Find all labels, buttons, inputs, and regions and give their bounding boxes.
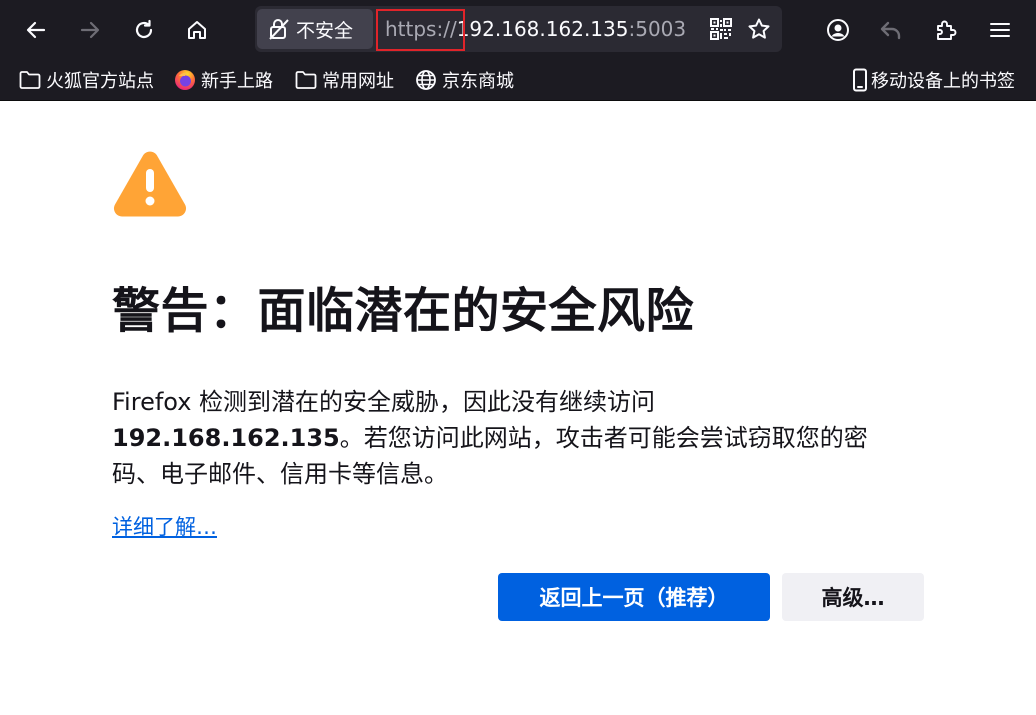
mobile-bookmarks-label: 移动设备上的书签 xyxy=(871,71,1015,92)
url-scheme-highlight-box xyxy=(376,9,465,51)
bookmark-item[interactable]: 常用网址 xyxy=(295,60,394,100)
qr-code-icon xyxy=(710,18,732,40)
bookmark-item[interactable]: 京东商城 xyxy=(415,60,514,100)
extensions-button[interactable] xyxy=(926,8,966,52)
home-button[interactable] xyxy=(177,8,217,52)
insecure-lock-icon xyxy=(268,17,290,41)
error-page: 警告：面临潜在的安全风险 Firefox 检测到潜在的安全威胁，因此没有继续访问… xyxy=(0,101,1036,715)
star-icon xyxy=(748,18,770,39)
arrow-left-icon xyxy=(26,21,46,39)
account-icon xyxy=(827,19,849,41)
mobile-device-icon xyxy=(852,68,868,92)
browser-toolbar: 不安全 https://192.168.162.135:5003 xyxy=(0,0,1036,60)
bookmarks-toolbar: 火狐官方站点 新手上路 常用网址 京东商城 移动设备上的书签 xyxy=(0,60,1036,101)
bookmark-star-button[interactable] xyxy=(739,9,779,49)
reload-icon xyxy=(135,19,153,39)
warning-icon xyxy=(112,149,188,223)
folder-icon xyxy=(19,70,41,90)
globe-icon xyxy=(415,69,437,91)
extensions-icon xyxy=(937,20,957,40)
menu-button[interactable] xyxy=(980,8,1020,52)
error-description: Firefox 检测到潜在的安全威胁，因此没有继续访问 192.168.162.… xyxy=(112,384,912,492)
forward-button[interactable] xyxy=(70,8,110,52)
bookmark-label: 新手上路 xyxy=(201,71,273,92)
bookmark-item[interactable]: 新手上路 xyxy=(174,60,273,100)
folder-icon xyxy=(295,70,317,90)
account-button[interactable] xyxy=(818,8,858,52)
undo-icon xyxy=(880,21,901,40)
arrow-right-icon xyxy=(80,21,100,39)
hamburger-menu-icon xyxy=(990,23,1010,37)
advanced-button[interactable]: 高级… xyxy=(782,573,924,621)
bookmark-label: 京东商城 xyxy=(442,71,514,92)
url-host: 192.168.162.135 xyxy=(456,17,629,41)
reload-button[interactable] xyxy=(124,8,164,52)
mobile-bookmarks[interactable]: 移动设备上的书签 xyxy=(852,60,1015,100)
bookmark-label: 常用网址 xyxy=(322,71,394,92)
url-port: :5003 xyxy=(628,17,687,41)
bookmark-item[interactable]: 火狐官方站点 xyxy=(19,60,154,100)
back-button[interactable] xyxy=(16,8,56,52)
description-host: 192.168.162.135 xyxy=(112,424,340,452)
url-bar[interactable]: 不安全 https://192.168.162.135:5003 xyxy=(255,6,782,52)
site-info-button[interactable]: 不安全 xyxy=(257,9,373,49)
bookmark-label: 火狐官方站点 xyxy=(46,71,154,92)
undo-button[interactable] xyxy=(871,8,911,52)
qr-code-button[interactable] xyxy=(701,9,741,49)
description-text: Firefox 检测到潜在的安全威胁，因此没有继续访问 xyxy=(112,388,656,416)
firefox-icon xyxy=(174,69,196,91)
home-icon xyxy=(188,21,206,39)
site-info-label: 不安全 xyxy=(296,19,354,42)
page-title: 警告：面临潜在的安全风险 xyxy=(112,283,695,339)
learn-more-link[interactable]: 详细了解… xyxy=(112,511,217,541)
go-back-button[interactable]: 返回上一页（推荐） xyxy=(498,573,770,621)
